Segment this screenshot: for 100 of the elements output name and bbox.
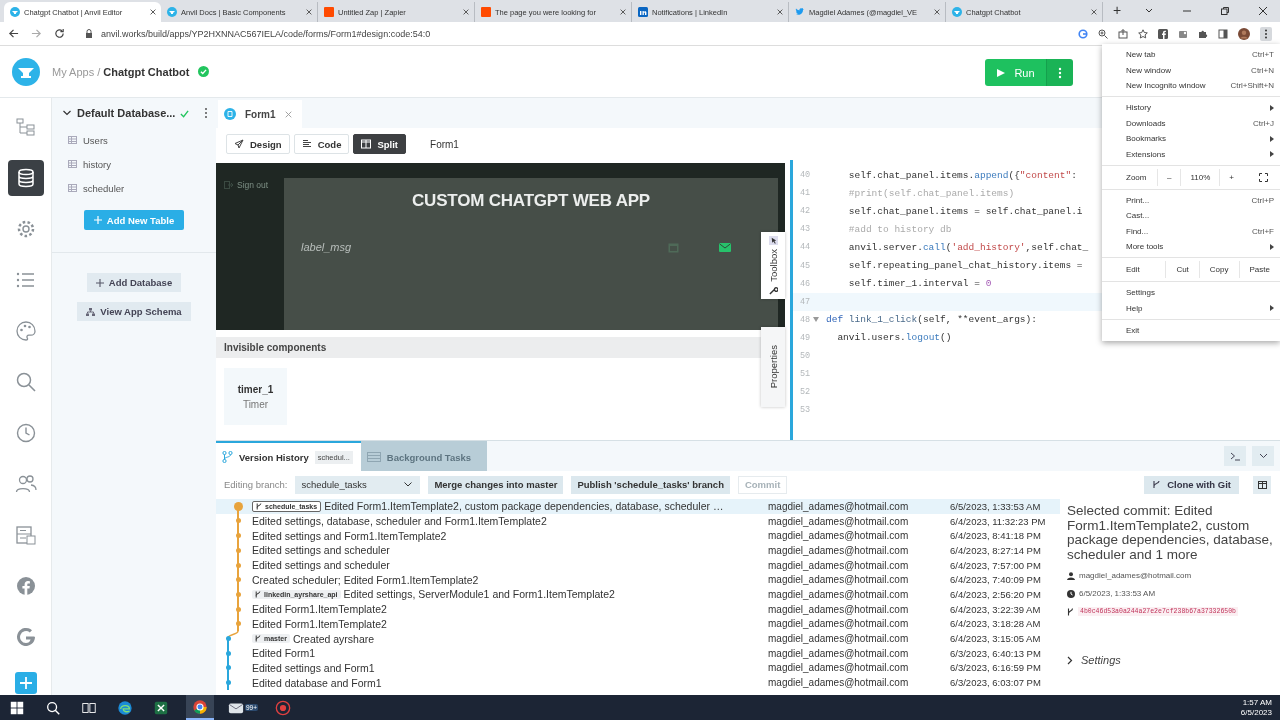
clock-date: 6/5/2023 [1240,707,1272,718]
branch-label: Editing branch: [224,479,288,490]
commit-row[interactable]: Edited settings and Form1.ItemTemplate2 magdiel_adames@hotmail.com 6/4/2023, 8:41:18 PM [216,528,1060,544]
menu-item[interactable]: Help [1102,300,1280,317]
commit-row[interactable]: Edited Form1.ItemTemplate2 magdiel_adames@hotmail.com 6/4/2023, 3:18:28 AM [216,616,1060,632]
layout-button[interactable] [1253,475,1271,494]
mail-icon[interactable] [719,242,732,252]
component-card[interactable]: timer_1 Timer [224,368,287,425]
form-tab[interactable]: Form1 [218,100,302,128]
commit-row[interactable]: Created scheduler; Edited Form1.ItemTemplate2 magdiel_adames@hotmail.com 6/4/2023, 7:40:09 PM [216,572,1060,588]
share-icon[interactable] [1118,28,1128,39]
commit-message: Edited settings and scheduler [252,544,390,557]
code-line: self.timer_1.interval = 0 [847,278,992,290]
table-link[interactable]: history [83,158,111,170]
rail-button[interactable] [7,160,44,196]
commit-row[interactable]: Edited database and Form1 magdiel_adames@hotmail.com 6/3/2023, 6:03:07 PM [216,675,1060,690]
menu-item[interactable]: Print... Ctrl+P [1102,192,1280,209]
spreadsheet-icon [153,699,169,716]
line-number: 51 [800,369,810,380]
action-button[interactable]: Publish 'schedule_tasks' branch [571,475,730,494]
kebab-menu-icon[interactable] [1260,26,1272,41]
clone-button[interactable]: Clone with Git [1144,475,1239,494]
commit-author: magdiel_adames@hotmail.com [768,618,910,630]
system-clock[interactable]: 1:57 AM 6/5/2023 [1240,697,1280,718]
line-number: 41 [800,188,810,199]
commit-row[interactable]: Edited Form1.ItemTemplate2 magdiel_adames@hotmail.com 6/4/2023, 3:22:39 AM [216,601,1060,617]
close-icon[interactable] [1090,8,1098,16]
close-icon[interactable] [305,8,313,16]
mode-tab[interactable]: Code [293,134,350,154]
commit-row[interactable]: Edited settings and scheduler magdiel_adames@hotmail.com 6/4/2023, 8:27:14 PM [216,543,1060,558]
new-tab-button[interactable]: + [1103,1,1132,21]
zoom-out-button[interactable]: – [1157,168,1181,186]
menu-item[interactable]: New Incognito window Ctrl+Shift+N [1102,77,1280,94]
puzzle-icon[interactable] [1198,28,1208,39]
close-icon[interactable] [933,8,941,16]
menu-item[interactable]: More tools [1102,238,1280,255]
menu-item[interactable]: Downloads Ctrl+J [1102,115,1280,131]
star-icon[interactable] [1138,28,1148,39]
commit-row[interactable]: Edited settings and Form1 magdiel_adames@hotmail.com 6/3/2023, 6:16:59 PM [216,660,1060,676]
form-icon [224,108,236,120]
menu-item[interactable]: New tab Ctrl+T [1102,47,1280,63]
view-schema-button[interactable]: View App Schema [77,302,191,321]
close-icon[interactable] [619,8,627,16]
close-icon[interactable] [462,8,470,16]
commit-message: Edited Form1.ItemTemplate2 [252,617,387,630]
commit-author: magdiel_adames@hotmail.com [768,500,910,512]
side-panel-tab[interactable]: Toolbox [761,232,785,299]
sign-out-link[interactable]: Sign out [224,180,284,190]
back-arrow-icon[interactable] [8,28,19,39]
favicon-icon [167,7,177,17]
commit-date: 6/4/2023, 3:22:39 AM [950,603,1041,615]
fold-arrow-icon[interactable] [813,317,819,323]
menu-item[interactable]: Find... Ctrl+F [1102,223,1280,239]
menu-item[interactable]: Bookmarks [1102,130,1280,147]
side-panel-icon[interactable] [1218,28,1228,39]
zoom-icon[interactable] [1098,28,1108,39]
settings-toggle[interactable]: Settings [1067,654,1274,666]
taskbar-app[interactable] [186,695,214,720]
menu-item[interactable]: History [1102,100,1280,116]
menu-action[interactable]: Cut [1165,261,1199,279]
close-icon[interactable] [1258,6,1268,16]
commit-row[interactable]: Edited settings and scheduler magdiel_adames@hotmail.com 6/4/2023, 7:57:00 PM [216,557,1060,573]
line-number: 52 [800,387,810,398]
close-icon[interactable] [776,8,784,16]
app-name: Chatgpt Chatbot [103,65,190,78]
menu-item[interactable]: New window Ctrl+N [1102,62,1280,78]
address-field[interactable]: anvil.works/build/apps/YP2HXNNAC567IELA/code/forms/Form1#design:code:54:0 [77,23,1066,44]
menu-action[interactable]: Copy [1198,261,1239,279]
branch-select[interactable]: schedule_tasks [295,475,421,494]
mode-tab[interactable]: Design [226,134,290,154]
action-button[interactable]: Merge changes into master [428,475,564,494]
commit-author: magdiel_adames@hotmail.com [768,574,910,586]
close-icon[interactable] [149,8,157,16]
side-panel-tab[interactable]: Properties [761,326,785,407]
kebab-icon [1058,66,1062,79]
menu-action[interactable]: Paste [1238,261,1280,279]
google-icon [14,626,37,648]
mode-tab[interactable]: Split [353,134,407,154]
avatar-icon[interactable] [1238,27,1250,40]
google-icon[interactable] [1078,28,1088,39]
menu-item[interactable]: Exit [1102,323,1280,339]
commit-row[interactable]: Edited Form1 magdiel_adames@hotmail.com 6/3/2023, 6:40:13 PM [216,645,1060,661]
extension-icon[interactable] [1178,28,1188,39]
facebook-icon[interactable] [1158,28,1168,39]
restore-icon[interactable] [1220,6,1230,16]
table-link[interactable]: scheduler [83,182,125,194]
zoom-in-button[interactable]: + [1219,168,1243,186]
menu-label: Edit [1126,265,1141,275]
table-link[interactable]: Users [83,134,108,146]
menu-item[interactable]: Extensions [1102,146,1280,162]
fullscreen-icon[interactable] [1259,172,1268,182]
add-database-button[interactable]: Add Database [86,273,182,292]
commit-author: magdiel_adames@hotmail.com [768,677,910,689]
menu-item[interactable]: Cast... [1102,208,1280,224]
commit-row[interactable]: Edited settings, database, scheduler and Form1.ItemTemplate2 magdiel_adames@hotmail.com 6/4/2023, 11:32:23 PM [216,513,1060,529]
kebab-icon[interactable] [204,107,208,119]
reload-icon[interactable] [54,28,65,39]
chevron-down-icon[interactable] [62,108,72,118]
calendar-icon [668,241,680,253]
menu-item[interactable]: Settings [1102,285,1280,301]
